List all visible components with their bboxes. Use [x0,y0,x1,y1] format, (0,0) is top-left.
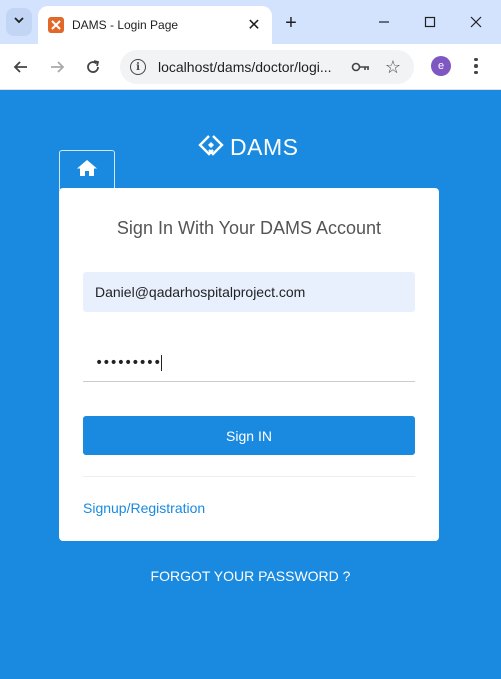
window-close-icon[interactable] [464,10,488,34]
tab-title: DAMS - Login Page [72,18,179,32]
signup-link[interactable]: Signup/Registration [83,500,205,516]
tab-search-button[interactable] [6,8,32,36]
bookmark-star-icon[interactable]: ☆ [382,57,404,78]
brand-name: DAMS [230,133,299,160]
text-caret [161,354,163,371]
forward-arrow-icon[interactable] [44,54,70,80]
home-icon [76,159,98,182]
password-mask: ••••••••• [95,354,161,371]
maximize-icon[interactable] [418,10,442,34]
address-bar[interactable]: i localhost/dams/doctor/logi... ☆ [120,50,414,84]
password-key-icon[interactable] [350,57,372,77]
chevron-down-icon [13,13,25,31]
tab-bar: DAMS - Login Page ✕ + [0,0,501,44]
divider [83,476,415,477]
reload-icon[interactable] [80,54,106,80]
browser-tab[interactable]: DAMS - Login Page ✕ [38,6,272,44]
new-tab-button[interactable]: + [280,12,302,34]
forgot-password-link[interactable]: FORGOT YOUR PASSWORD ? [0,568,501,584]
profile-avatar[interactable]: e [431,56,451,76]
back-arrow-icon[interactable] [8,54,34,80]
close-tab-icon[interactable]: ✕ [244,15,264,35]
minimize-icon[interactable] [372,10,396,34]
home-button[interactable] [59,150,115,190]
site-info-icon[interactable]: i [130,59,146,75]
email-field[interactable] [83,272,415,312]
diamond-logo-icon [198,134,224,161]
login-heading: Sign In With Your DAMS Account [116,218,382,238]
more-menu-icon[interactable] [468,55,484,77]
login-page: DAMS Sign In With Your DAMS Account ••••… [0,90,501,679]
brand-logo: DAMS [198,134,298,160]
url-text: localhost/dams/doctor/logi... [158,59,332,75]
login-card: Sign In With Your DAMS Account •••••••••… [59,188,439,541]
xampp-favicon-icon [48,17,64,33]
browser-toolbar: i localhost/dams/doctor/logi... ☆ e [0,44,501,90]
sign-in-button[interactable]: Sign IN [83,416,415,455]
password-field[interactable]: ••••••••• [83,344,415,382]
